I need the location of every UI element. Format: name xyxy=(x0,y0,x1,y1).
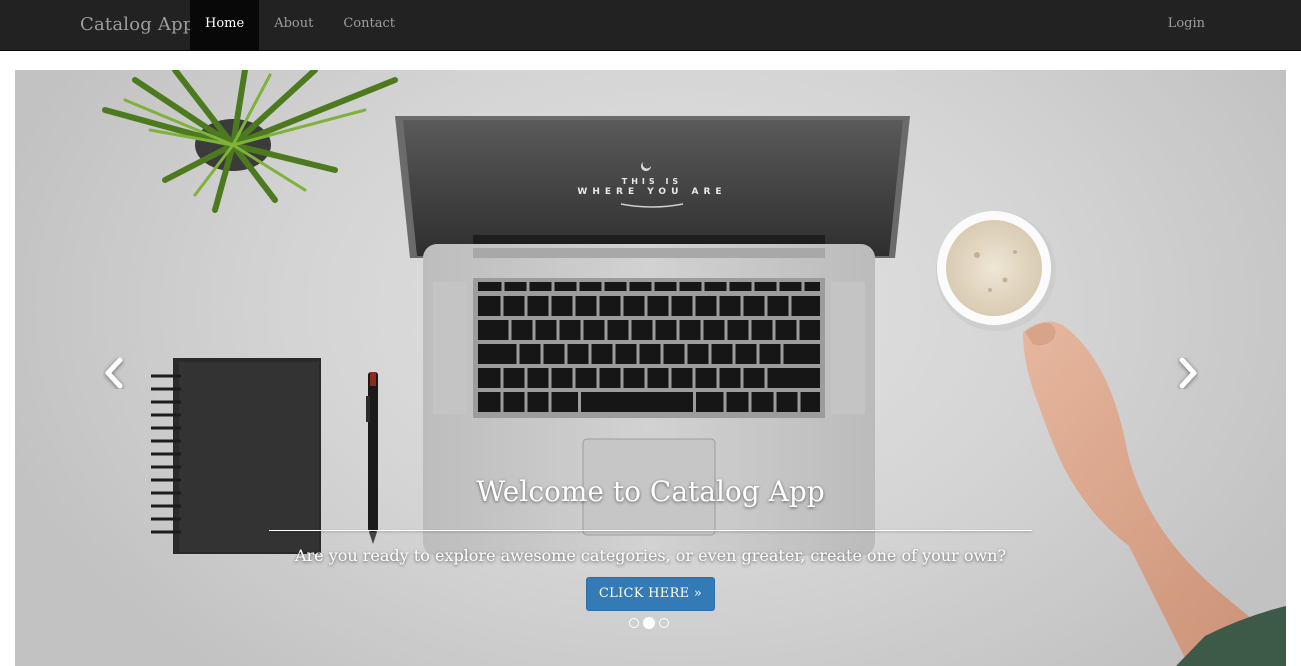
carousel-prev-button[interactable] xyxy=(99,355,129,391)
main-nav: Home About Contact xyxy=(190,0,410,50)
carousel-caption: Welcome to Catalog App Are you ready to … xyxy=(269,472,1032,611)
hand-image xyxy=(1023,321,1286,666)
nav-item-contact[interactable]: Contact xyxy=(328,0,410,50)
coffee-cup-image xyxy=(936,211,1056,331)
carousel-indicator-2[interactable] xyxy=(643,617,655,629)
nav-item-about[interactable]: About xyxy=(259,0,328,50)
carousel-indicator-3[interactable] xyxy=(659,618,669,628)
carousel-indicators xyxy=(629,616,669,630)
navbar: Catalog App Home About Contact Login xyxy=(0,0,1301,51)
carousel-next-button[interactable] xyxy=(1173,355,1203,391)
hero-carousel: THIS IS WHERE YOU ARE Welcome to Catalog… xyxy=(15,70,1286,666)
nav-item-home[interactable]: Home xyxy=(190,0,260,50)
carousel-indicator-1[interactable] xyxy=(629,618,639,628)
caption-title: Welcome to Catalog App xyxy=(476,475,825,508)
brand-link[interactable]: Catalog App xyxy=(80,12,195,38)
chevron-right-icon xyxy=(1179,357,1197,389)
login-link[interactable]: Login xyxy=(1168,0,1205,50)
svg-text:WHERE YOU ARE: WHERE YOU ARE xyxy=(577,187,726,197)
chevron-left-icon xyxy=(105,357,123,389)
caption-divider xyxy=(269,530,1032,531)
click-here-button[interactable]: CLICK HERE » xyxy=(585,577,716,611)
plant-image xyxy=(102,70,398,213)
caption-text: Are you ready to explore awesome categor… xyxy=(294,546,1007,565)
svg-text:THIS IS: THIS IS xyxy=(622,177,682,186)
